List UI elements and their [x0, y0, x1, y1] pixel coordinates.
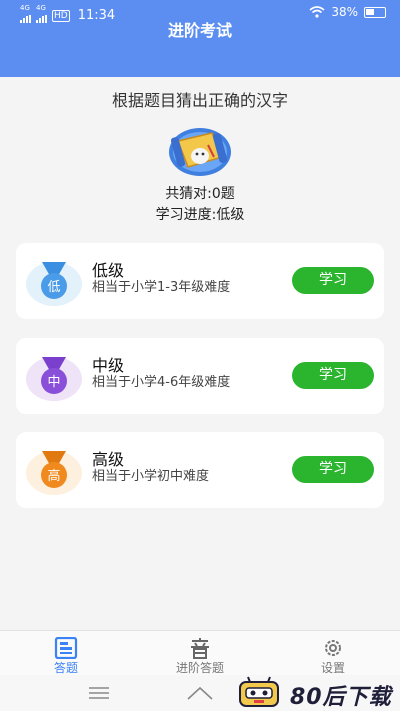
study-button-mid[interactable]: 学习: [292, 362, 374, 389]
app-header: 4G 4G HD 11:34 38% 进阶考试: [0, 0, 400, 77]
medal-text-low: 低: [47, 280, 60, 295]
study-button-high[interactable]: 学习: [292, 456, 374, 483]
bottom-tab-bar: 答题 进阶答题 设置: [0, 630, 400, 675]
tab-label: 进阶答题: [175, 661, 224, 675]
robot-logo-icon: [239, 676, 279, 707]
battery-percent: 38%: [331, 5, 358, 19]
tab-advanced-quiz[interactable]: 进阶答题: [150, 631, 250, 676]
gear-icon: [325, 640, 341, 656]
medal-icon-high: 高: [26, 447, 82, 495]
learning-progress: 学习进度:低级: [155, 207, 245, 223]
home-icon[interactable]: [186, 685, 214, 701]
tab-settings[interactable]: 设置: [283, 631, 383, 676]
tab-label: 答题: [53, 661, 78, 675]
instruction-text: 根据题目猜出正确的汉字: [111, 91, 288, 110]
tab-quiz[interactable]: 答题: [16, 631, 116, 676]
signal-label-a: 4G: [20, 4, 30, 12]
wifi-icon: [309, 6, 325, 18]
quiz-icon: [54, 637, 78, 659]
mascot-icon: [169, 128, 231, 176]
battery-icon: [364, 6, 386, 18]
watermark-text: 80后下载: [290, 685, 392, 710]
page-title: 进阶考试: [167, 21, 232, 40]
level-card-low: 低 低级 相当于小学1-3年级难度 学习: [16, 243, 384, 319]
medal-icon-mid: 中: [26, 353, 82, 401]
medal-icon-low: 低: [26, 258, 82, 306]
sound-char-icon: [191, 638, 209, 659]
level-description: 相当于小学4-6年级难度: [92, 375, 231, 390]
level-card-high: 高 高级 相当于小学初中难度 学习: [16, 432, 384, 508]
correct-count: 共猜对:0题: [165, 186, 235, 202]
study-button-low[interactable]: 学习: [292, 267, 374, 294]
level-card-mid: 中 中级 相当于小学4-6年级难度 学习: [16, 338, 384, 414]
medal-text-high: 高: [47, 468, 60, 484]
medal-text-mid: 中: [47, 375, 60, 390]
level-description: 相当于小学初中难度: [92, 469, 210, 484]
tab-label: 设置: [320, 661, 345, 675]
watermark-logo: 80后下载: [238, 676, 398, 710]
level-description: 相当于小学1-3年级难度: [92, 280, 231, 295]
menu-icon[interactable]: [88, 685, 110, 701]
signal-label-b: 4G: [36, 4, 46, 12]
